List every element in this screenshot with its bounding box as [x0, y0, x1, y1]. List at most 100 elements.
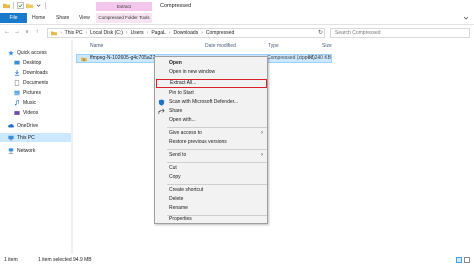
- sidebar-scrollbar[interactable]: [71, 40, 73, 254]
- menu-item-properties[interactable]: Properties: [156, 215, 267, 224]
- expand-ribbon-icon[interactable]: [462, 14, 470, 22]
- sidebar-item-desktop[interactable]: Desktop: [14, 58, 41, 67]
- large-icons-view-icon[interactable]: [464, 257, 470, 263]
- sidebar-item-network[interactable]: Network: [8, 146, 35, 155]
- sidebar-item-documents[interactable]: Documents: [14, 78, 48, 87]
- sidebar-item-pictures[interactable]: Pictures: [14, 88, 41, 97]
- menu-divider: [167, 149, 267, 150]
- menu-divider: [167, 127, 267, 128]
- details-view-icon[interactable]: [456, 257, 462, 263]
- sidebar-item-label: This PC: [17, 134, 35, 141]
- defender-shield-icon: [158, 99, 165, 106]
- tab-share[interactable]: Share: [56, 13, 69, 23]
- onedrive-cloud-icon: [8, 123, 14, 127]
- videos-folder-icon: [14, 110, 20, 115]
- menu-item-rename[interactable]: Rename: [156, 204, 267, 213]
- tab-compressed-folder-tools[interactable]: Compressed Folder Tools: [96, 13, 152, 23]
- toolbar-divider: [45, 2, 46, 9]
- star-icon: [8, 49, 14, 56]
- menu-item-restore-versions[interactable]: Restore previous versions: [156, 138, 267, 147]
- crumb-separator: ›: [85, 30, 88, 36]
- file-name: ffmpeg-N-102605-g4c705a27: [90, 55, 156, 61]
- menu-item-pin-to-start[interactable]: Pin to Start: [156, 89, 267, 98]
- address-bar[interactable]: › This PC › Local Disk (C:) › Users › Pa…: [47, 28, 325, 38]
- column-header-date-modified[interactable]: Date modified: [205, 42, 236, 50]
- column-header-type[interactable]: Type: [268, 42, 279, 50]
- menu-item-extract-all[interactable]: Extract All...: [156, 79, 267, 88]
- contextual-tab-header: Extract: [96, 2, 152, 11]
- status-bar: 1 item 1 item selected 94.9 MB: [0, 255, 474, 266]
- up-arrow-icon[interactable]: ↑: [33, 28, 41, 37]
- tab-home[interactable]: Home: [32, 13, 45, 23]
- quick-access-toolbar: [3, 2, 47, 9]
- submenu-arrow-icon: ›: [261, 152, 263, 158]
- sidebar-item-label: Documents: [23, 79, 49, 86]
- recent-locations-chevron-icon[interactable]: ∨: [23, 28, 31, 37]
- chevron-down-icon[interactable]: [35, 2, 42, 9]
- breadcrumb-pagal[interactable]: PagaL: [151, 30, 165, 36]
- checkmark-properties-icon[interactable]: [17, 2, 24, 9]
- sidebar-item-label: Videos: [23, 109, 39, 116]
- zip-folder-icon: [81, 57, 87, 62]
- sidebar-item-label: Pictures: [23, 89, 42, 96]
- window-title: Compressed: [160, 3, 192, 9]
- column-header-name[interactable]: Name: [90, 42, 103, 50]
- menu-item-create-shortcut[interactable]: Create shortcut: [156, 186, 267, 195]
- ribbon: File Home Share View Compressed Folder T…: [0, 11, 474, 25]
- menu-item-label: Send to: [169, 152, 187, 158]
- share-icon: [158, 108, 165, 115]
- menu-item-open[interactable]: Open: [156, 59, 267, 68]
- documents-folder-icon: [14, 79, 20, 86]
- status-selection: 1 item selected 94.9 MB: [38, 257, 92, 263]
- sidebar-item-this-pc[interactable]: This PC: [0, 133, 72, 142]
- back-arrow-icon[interactable]: ←: [3, 28, 11, 37]
- breadcrumb-users[interactable]: Users: [131, 30, 144, 36]
- menu-item-delete[interactable]: Delete: [156, 195, 267, 204]
- sidebar-item-quick-access[interactable]: Quick access: [8, 48, 47, 57]
- submenu-arrow-icon: ›: [261, 130, 263, 136]
- breadcrumb-this-pc[interactable]: This PC: [65, 30, 83, 36]
- refresh-icon[interactable]: ↻: [318, 29, 325, 37]
- menu-item-cut[interactable]: Cut: [156, 164, 267, 173]
- column-header-size[interactable]: Size: [322, 42, 332, 50]
- menu-item-open-with[interactable]: Open with...: [156, 116, 267, 125]
- menu-divider: [167, 162, 267, 163]
- search-placeholder: Search Compressed: [335, 30, 381, 36]
- folder-icon: [51, 31, 57, 36]
- menu-item-copy[interactable]: Copy: [156, 173, 267, 182]
- breadcrumb-downloads[interactable]: Downloads: [173, 30, 198, 36]
- desktop-folder-icon: [14, 60, 20, 64]
- sidebar-item-label: Quick access: [17, 49, 47, 56]
- tab-view[interactable]: View: [79, 13, 90, 23]
- pictures-folder-icon: [14, 90, 20, 95]
- context-menu: Open Open in new window Extract All... P…: [154, 56, 268, 224]
- toolbar-divider: [13, 2, 14, 9]
- crumb-separator: ›: [146, 30, 149, 36]
- sidebar-item-label: OneDrive: [17, 122, 39, 129]
- menu-item-give-access[interactable]: Give access to ›: [156, 129, 267, 138]
- sidebar-item-downloads[interactable]: Downloads: [14, 68, 48, 77]
- menu-item-label: Give access to: [169, 130, 202, 136]
- downloads-folder-icon: [14, 69, 20, 76]
- search-input[interactable]: Search Compressed: [330, 28, 470, 38]
- crumb-separator: ›: [168, 30, 171, 36]
- sidebar-item-videos[interactable]: Videos: [14, 108, 38, 117]
- forward-arrow-icon[interactable]: →: [13, 28, 21, 37]
- menu-item-open-new-window[interactable]: Open in new window: [156, 68, 267, 77]
- menu-item-share[interactable]: Share: [156, 107, 267, 116]
- breadcrumb-local-disk[interactable]: Local Disk (C:): [90, 30, 123, 36]
- crumb-separator: ›: [125, 30, 128, 36]
- tab-file[interactable]: File: [0, 13, 27, 23]
- file-size: 97,240 KB: [307, 55, 331, 61]
- sidebar-item-onedrive[interactable]: OneDrive: [8, 121, 38, 130]
- new-folder-icon[interactable]: [26, 2, 33, 9]
- menu-item-scan-defender[interactable]: Scan with Microsoft Defender...: [156, 98, 267, 107]
- breadcrumb-compressed[interactable]: Compressed: [206, 30, 234, 36]
- menu-divider: [167, 184, 267, 185]
- computer-icon: [8, 135, 14, 140]
- crumb-separator: ›: [60, 30, 62, 36]
- sidebar-item-music[interactable]: Music: [14, 98, 36, 107]
- menu-item-send-to[interactable]: Send to ›: [156, 151, 267, 160]
- music-folder-icon: [14, 99, 19, 105]
- crumb-separator: ›: [201, 30, 203, 36]
